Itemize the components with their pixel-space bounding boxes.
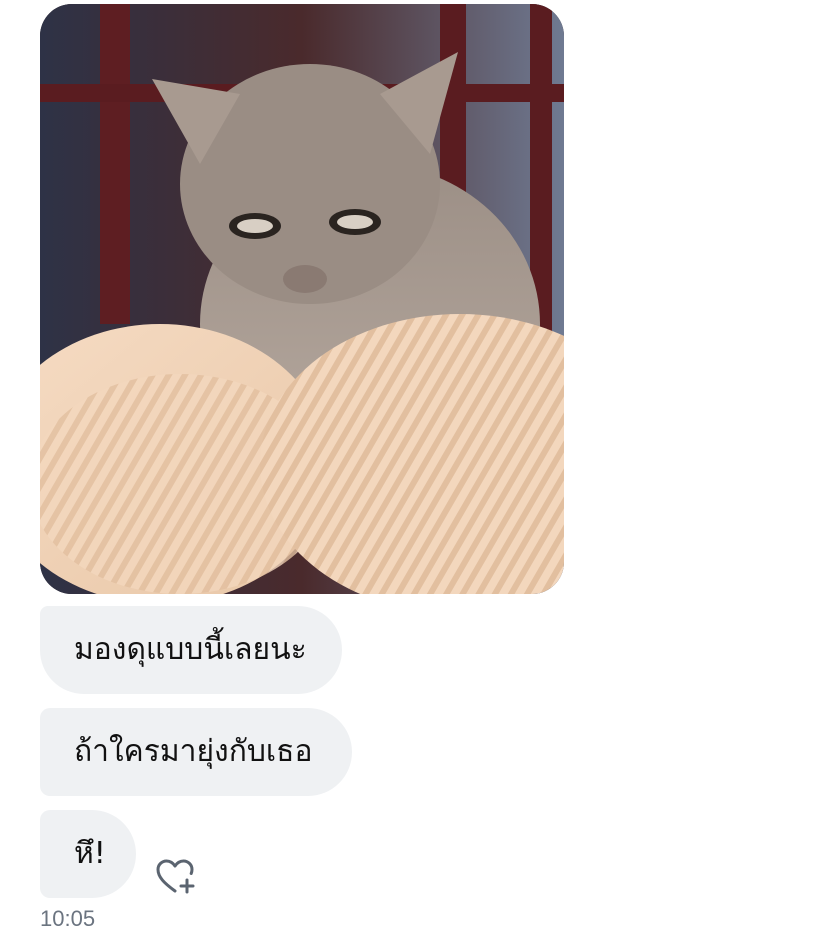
message-bubble[interactable]: มองดุแบบนี้เลยนะ <box>40 606 342 694</box>
message-text: มองดุแบบนี้เลยนะ <box>74 632 307 667</box>
message-photo[interactable] <box>40 4 564 594</box>
heart-plus-icon[interactable] <box>154 856 198 896</box>
cat-photo-image <box>40 4 564 594</box>
dm-conversation: มองดุแบบนี้เลยนะ ถ้าใครมายุ่งกับเธอ หึ! … <box>0 0 828 943</box>
message-text: ถ้าใครมายุ่งกับเธอ <box>74 734 313 769</box>
message-bubble[interactable]: ถ้าใครมายุ่งกับเธอ <box>40 708 352 796</box>
message-timestamp: 10:05 <box>40 906 96 931</box>
message-text: หึ! <box>74 836 106 871</box>
message-bubble[interactable]: หึ! <box>40 810 136 898</box>
